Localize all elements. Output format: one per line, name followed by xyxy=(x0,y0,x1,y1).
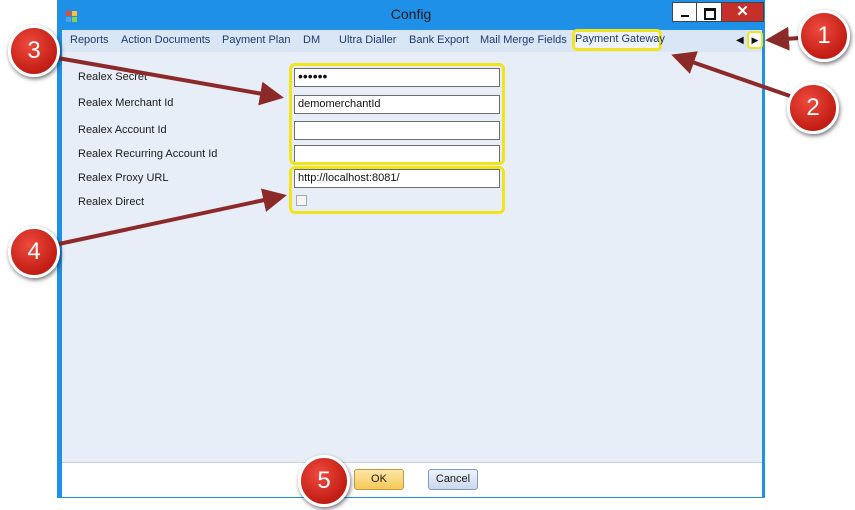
tab-scroll-right-icon[interactable]: ▶ xyxy=(747,31,763,49)
tab-bank-export[interactable]: Bank Export xyxy=(409,34,469,46)
realex-secret-label: Realex Secret xyxy=(78,71,148,83)
tab-payment-plan[interactable]: Payment Plan xyxy=(222,34,290,46)
annotation-marker-5: 5 xyxy=(298,455,350,507)
tab-dm[interactable]: DM xyxy=(303,34,320,46)
annotation-marker-4: 4 xyxy=(8,226,60,278)
realex-proxy-url-label: Realex Proxy URL xyxy=(78,172,169,184)
realex-merchant-id-label: Realex Merchant Id xyxy=(78,97,174,109)
realex-recurring-account-id-label: Realex Recurring Account Id xyxy=(78,148,218,160)
cancel-button[interactable]: Cancel xyxy=(428,469,478,490)
ok-button[interactable]: OK xyxy=(354,469,404,490)
window-title: Config xyxy=(390,6,432,22)
tab-payment-gateway[interactable]: Payment Gateway xyxy=(572,29,665,51)
realex-direct-label: Realex Direct xyxy=(78,196,145,208)
close-button[interactable]: ✕ xyxy=(722,2,764,22)
tab-scroll-left-icon[interactable]: ◀ xyxy=(736,35,744,46)
tab-action-documents[interactable]: Action Documents xyxy=(121,34,210,46)
tab-mail-merge-fields[interactable]: Mail Merge Fields xyxy=(480,34,567,46)
annotation-marker-3: 3 xyxy=(8,25,60,77)
annotation-marker-1: 1 xyxy=(798,10,850,62)
highlight-credentials-group xyxy=(289,63,505,165)
tab-ultra-dialler[interactable]: Ultra Dialler xyxy=(339,34,396,46)
close-icon: ✕ xyxy=(736,3,749,20)
tab-reports[interactable]: Reports xyxy=(70,34,109,46)
minimize-button[interactable] xyxy=(672,2,697,22)
highlight-proxy-group xyxy=(289,166,505,214)
dialog-footer xyxy=(62,462,762,497)
annotation-marker-2: 2 xyxy=(787,82,839,134)
maximize-button[interactable] xyxy=(697,2,722,22)
arrow-1 xyxy=(765,26,801,51)
realex-account-id-label: Realex Account Id xyxy=(78,124,167,136)
